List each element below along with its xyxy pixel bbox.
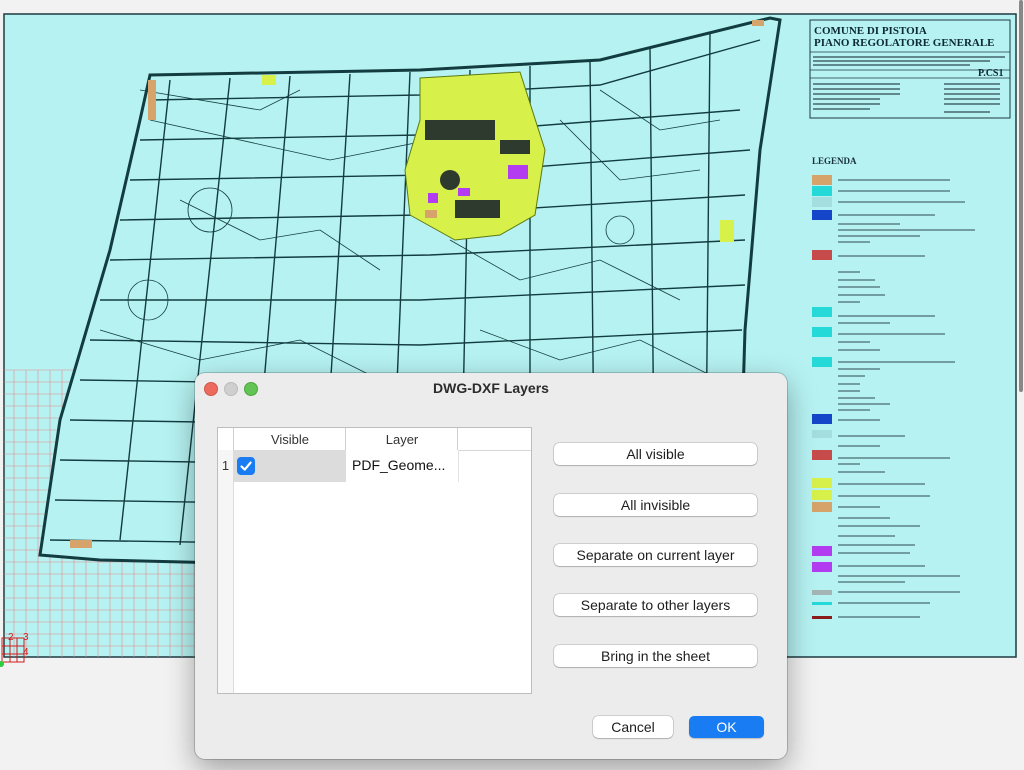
dialog-titlebar[interactable]: DWG-DXF Layers (195, 373, 787, 403)
map-title-line-2: PIANO REGOLATORE GENERALE (814, 37, 995, 49)
vertical-scrollbar[interactable] (1018, 0, 1024, 400)
scrollbar-thumb[interactable] (1019, 0, 1023, 392)
visible-cell[interactable] (234, 450, 346, 482)
map-title-line-1: COMUNE DI PISTOIA (814, 25, 927, 37)
visible-checkbox[interactable] (237, 457, 255, 475)
separate-to-other-layers-button[interactable]: Separate to other layers (554, 594, 757, 616)
all-visible-button[interactable]: All visible (554, 443, 757, 465)
separate-on-current-layer-button[interactable]: Separate on current layer (554, 544, 757, 566)
grid-marker-2: 2 (8, 632, 14, 643)
row-number-gutter (218, 450, 234, 693)
layers-table[interactable]: Visible Layer 1 PDF_Geome... (217, 427, 532, 694)
grid-marker-4: 4 (23, 647, 29, 658)
dialog-title: DWG-DXF Layers (433, 380, 549, 396)
checkmark-icon (240, 461, 252, 471)
legend-heading: LEGENDA (812, 156, 857, 166)
column-divider[interactable] (457, 428, 458, 450)
bring-in-the-sheet-button[interactable]: Bring in the sheet (554, 645, 757, 667)
ok-button[interactable]: OK (689, 716, 764, 738)
table-row[interactable]: 1 PDF_Geome... (218, 450, 531, 484)
cancel-button[interactable]: Cancel (593, 716, 673, 738)
grid-marker-3: 3 (23, 632, 29, 643)
sheet-code: P.CS1 (978, 68, 1003, 79)
layer-cell[interactable]: PDF_Geome... (346, 450, 459, 482)
column-header-layer[interactable]: Layer (346, 432, 458, 447)
row-number: 1 (221, 458, 230, 473)
column-header-visible[interactable]: Visible (234, 432, 346, 447)
all-invisible-button[interactable]: All invisible (554, 494, 757, 516)
layer-name: PDF_Geome... (352, 457, 446, 473)
table-header: Visible Layer (218, 428, 531, 451)
dwg-dxf-layers-dialog: DWG-DXF Layers Visible Layer 1 PDF_Geome… (195, 373, 787, 759)
